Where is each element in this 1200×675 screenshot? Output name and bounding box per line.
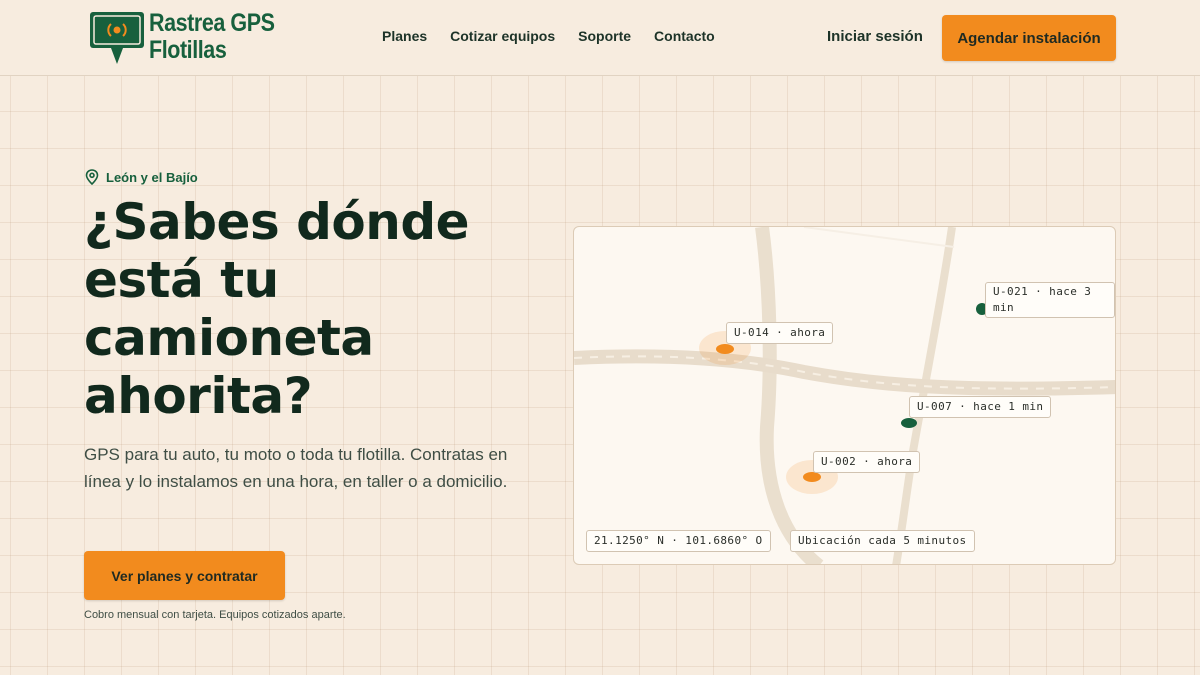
site-header: Rastrea GPS Flotillas Planes Cotizar equ… [0,0,1200,76]
vehicle-marker-u007[interactable] [901,418,917,428]
update-interval-badge: Ubicación cada 5 minutos [790,530,975,552]
schedule-installation-button[interactable]: Agendar instalación [942,15,1116,61]
billing-note: Cobro mensual con tarjeta. Equipos cotiz… [84,609,346,621]
hero-title: ¿Sabes dónde está tu camioneta ahorita? [84,193,470,425]
location-badge: León y el Bajío [85,169,198,185]
vehicle-tag-u014[interactable]: U-014 · ahora [726,322,834,344]
vehicle-tag-u007[interactable]: U-007 · hace 1 min [909,396,1052,418]
nav-link-contacto[interactable]: Contacto [654,28,715,44]
brand-name: Rastrea GPS Flotillas [149,10,275,64]
map-pin-signal-icon [90,12,144,64]
main-nav: Planes Cotizar equipos Soporte Contacto [382,28,715,44]
vehicle-tag-u002[interactable]: U-002 · ahora [813,451,921,473]
vehicle-marker-u014[interactable] [716,344,734,354]
vehicle-marker-u002[interactable] [803,472,821,482]
brand-name-line2: Flotillas [149,36,227,64]
location-pin-icon [85,169,99,185]
hero-subtitle: GPS para tu auto, tu moto o toda tu flot… [84,445,508,491]
brand-logo[interactable]: Rastrea GPS Flotillas [89,10,279,66]
nav-link-soporte[interactable]: Soporte [578,28,631,44]
vehicle-tag-u021[interactable]: U-021 · hace 3 min [985,282,1115,318]
brand-name-line1: Rastrea GPS [149,9,275,37]
nav-link-planes[interactable]: Planes [382,28,427,44]
view-plans-button[interactable]: Ver planes y contratar [84,551,285,600]
login-link[interactable]: Iniciar sesión [827,28,923,45]
coordinates-readout: 21.1250° N · 101.6860° O [586,530,771,552]
live-tracking-map[interactable]: U-021 · hace 3 min U-014 · ahora U-007 ·… [573,226,1116,565]
location-label: León y el Bajío [106,169,198,185]
nav-link-cotizar-equipos[interactable]: Cotizar equipos [450,28,555,44]
